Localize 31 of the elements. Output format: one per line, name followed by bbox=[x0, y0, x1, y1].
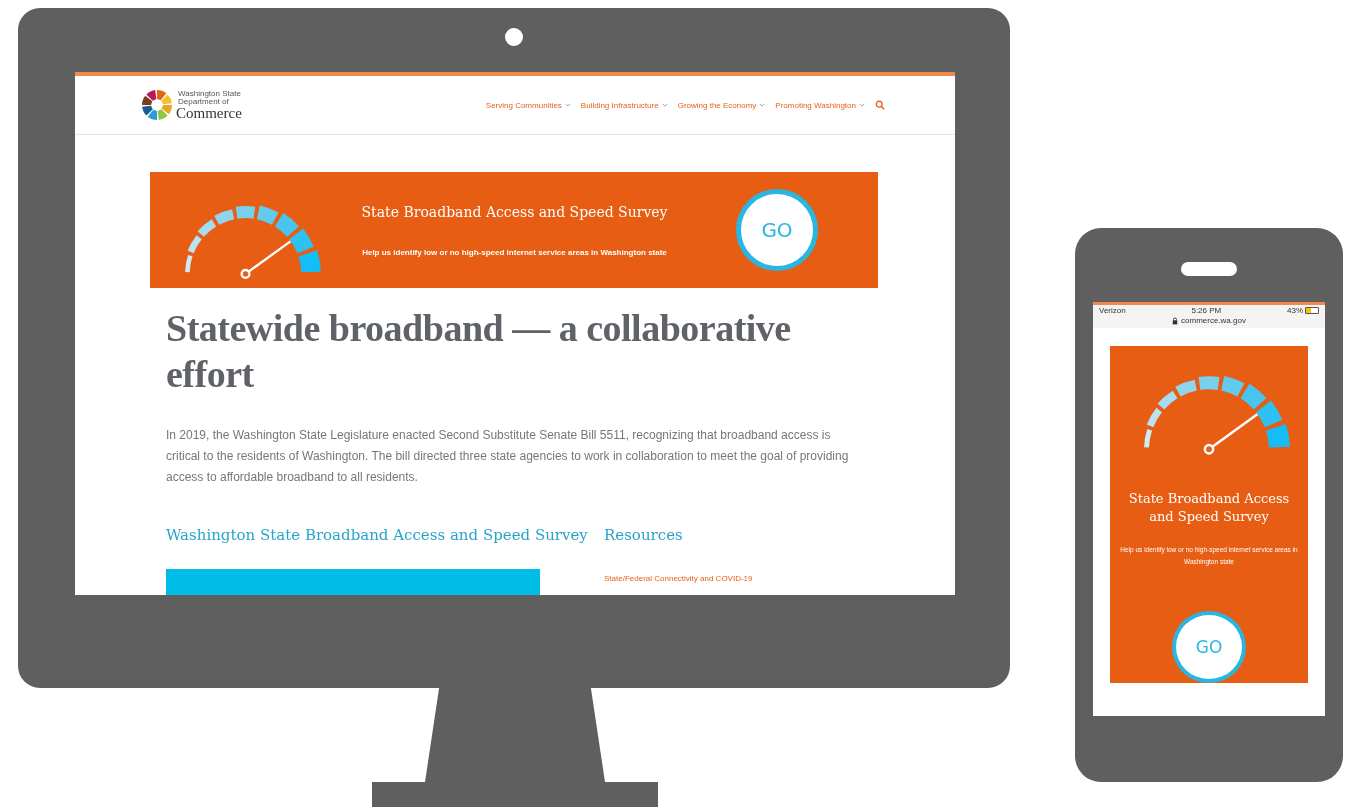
logo-text: Department of bbox=[177, 97, 230, 106]
go-button[interactable]: GO bbox=[1172, 610, 1246, 683]
intro-paragraph: In 2019, the Washington State Legislature enacted Second Substitute Senate Bill 5511, recognizing that broadband access is critical to the residents of Washington. The bill directed three state agencies to work in collaboration to meet the goal of providing access to affordable broadband to all residents. bbox=[166, 427, 850, 487]
go-button[interactable]: GO bbox=[736, 189, 818, 271]
section-heading: Washington State Broadband Access and Speed Survey bbox=[166, 526, 586, 545]
logo-icon bbox=[141, 89, 173, 121]
chevron-down-icon bbox=[661, 103, 668, 107]
nav-menu-item[interactable]: Growing the Economy bbox=[677, 100, 766, 110]
chevron-down-icon bbox=[859, 103, 865, 107]
lock-icon bbox=[1172, 316, 1179, 325]
url-text: commerce.wa.gov bbox=[1181, 316, 1246, 325]
camera-icon bbox=[505, 28, 523, 46]
nav-menu-item[interactable]: Promoting Washington bbox=[775, 100, 865, 110]
nav-menu-item[interactable]: Building Infrastructure bbox=[580, 100, 668, 110]
logo-text: Washington State bbox=[177, 89, 242, 98]
logo-text: Commerce bbox=[176, 105, 242, 121]
nav-menu-item[interactable]: Serving Communities bbox=[485, 100, 571, 110]
chevron-down-icon bbox=[564, 103, 571, 107]
speaker-icon bbox=[1181, 262, 1237, 276]
chevron-down-icon bbox=[759, 103, 766, 107]
banner-title: State Broadband Access and Speed Survey bbox=[360, 203, 669, 220]
battery-icon bbox=[1305, 307, 1319, 314]
page-heading: Statewide broadband — a collaborative effort bbox=[166, 306, 792, 397]
battery-text: 43% bbox=[1287, 305, 1303, 316]
carrier-text: Verizon bbox=[1099, 305, 1126, 316]
time-text: 5:26 PM bbox=[1191, 305, 1222, 316]
resource-link[interactable]: State/Federal Connectivity and COVID-19 bbox=[604, 574, 753, 584]
search-icon[interactable] bbox=[875, 100, 885, 110]
banner-title: State Broadband Access and Speed Survey bbox=[1127, 489, 1291, 526]
banner-subtitle: Help us identify low or no high-speed internet service areas in Washington state bbox=[361, 247, 668, 257]
section-heading: Resources bbox=[604, 526, 684, 545]
